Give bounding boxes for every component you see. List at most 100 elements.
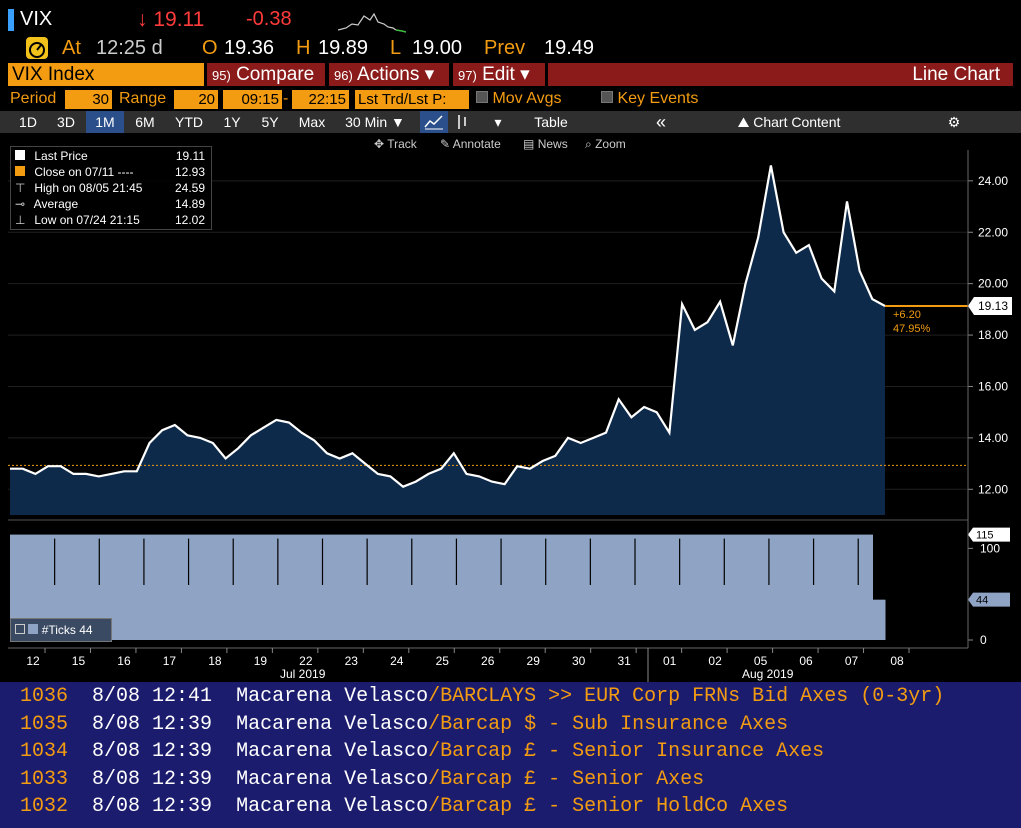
range-input[interactable]: 20 bbox=[174, 90, 218, 109]
open-label: O bbox=[202, 37, 218, 59]
news-headline: $ - Sub Insurance Axes bbox=[512, 712, 789, 736]
price-legend[interactable]: Last Price 19.11 Close on 07/11 ---- 12.… bbox=[10, 146, 212, 230]
x-tick-label: 23 bbox=[345, 654, 359, 668]
volume-bar bbox=[247, 534, 261, 640]
range-ytd-button[interactable]: YTD bbox=[166, 111, 212, 133]
volume-bar bbox=[360, 534, 373, 640]
news-spacer bbox=[212, 685, 236, 708]
news-spacer bbox=[68, 795, 92, 818]
volume-bar bbox=[710, 534, 723, 640]
interval-select[interactable]: 30 Min ▼ bbox=[336, 111, 414, 133]
volume-legend-label: #Ticks 44 bbox=[41, 623, 93, 637]
month-label-jul: Jul 2019 bbox=[280, 667, 326, 681]
volume-legend[interactable]: #Ticks 44 bbox=[10, 618, 112, 642]
settings-gear-icon[interactable]: ⚙ bbox=[940, 111, 968, 133]
volume-bar bbox=[585, 534, 598, 640]
news-row[interactable]: 1034 8/08 12:39 Macarena Velasco/Barcap … bbox=[20, 738, 824, 765]
news-spacer bbox=[68, 740, 92, 763]
security-field[interactable]: VIX Index bbox=[8, 63, 204, 86]
legend-high-label: High on 08/05 21:45 bbox=[34, 181, 143, 195]
bar-chart-icon[interactable] bbox=[450, 111, 474, 133]
range-1y-button[interactable]: 1Y bbox=[214, 111, 250, 133]
table-button[interactable]: Table bbox=[514, 111, 588, 133]
volume-bar bbox=[760, 534, 773, 640]
volume-bar bbox=[647, 534, 661, 640]
y-tick-label: 22.00 bbox=[978, 225, 1008, 239]
mov-avgs-checkbox[interactable] bbox=[476, 91, 488, 103]
range-1m-button[interactable]: 1M bbox=[86, 111, 124, 133]
end-time-input[interactable]: 22:15 bbox=[292, 90, 349, 109]
news-row[interactable]: 1033 8/08 12:39 Macarena Velasco/Barcap … bbox=[20, 766, 704, 793]
x-tick-label: 16 bbox=[117, 654, 131, 668]
gauge-icon bbox=[26, 37, 48, 59]
volume-bar bbox=[372, 534, 386, 640]
x-tick-label: 02 bbox=[708, 654, 722, 668]
volume-bar bbox=[472, 534, 486, 640]
x-tick-label: 07 bbox=[845, 654, 859, 668]
collapse-panel-icon[interactable]: « bbox=[648, 111, 674, 133]
chart-style-dropdown-icon[interactable]: ▾ bbox=[486, 111, 510, 133]
change-percent: 47.95% bbox=[893, 323, 931, 335]
range-max-button[interactable]: Max bbox=[290, 111, 334, 133]
news-spacer bbox=[68, 768, 92, 791]
volume-max-tag-value: 115 bbox=[976, 530, 994, 542]
x-tick-label: 25 bbox=[436, 654, 450, 668]
volume-bar bbox=[697, 534, 711, 640]
volume-bar bbox=[835, 534, 848, 640]
range-label: Range bbox=[119, 90, 167, 107]
prev-label: Prev bbox=[484, 37, 526, 59]
legend-low-label: Low on 07/24 21:15 bbox=[34, 213, 140, 227]
range-3d-button[interactable]: 3D bbox=[48, 111, 84, 133]
range-6m-button[interactable]: 6M bbox=[126, 111, 164, 133]
news-row[interactable]: 1035 8/08 12:39 Macarena Velasco/Barcap … bbox=[20, 711, 788, 738]
legend-average-label: Average bbox=[33, 197, 79, 211]
volume-current-tag-value: 44 bbox=[976, 595, 988, 607]
volume-bar bbox=[335, 534, 348, 640]
news-row[interactable]: 1032 8/08 12:39 Macarena Velasco/Barcap … bbox=[20, 793, 788, 820]
net-change: -0.38 bbox=[246, 8, 292, 30]
edit-button[interactable]: 97) Edit ▾ bbox=[453, 63, 545, 86]
start-time-input[interactable]: 09:15 bbox=[223, 90, 282, 109]
news-time: 8/08 12:39 bbox=[92, 712, 213, 736]
time-dash: - bbox=[283, 90, 289, 107]
price-mode-select[interactable]: Lst Trd/Lst P: bbox=[355, 90, 469, 109]
volume-bar bbox=[735, 534, 748, 640]
time-axis: 12 15 16 17 18 19 22 23 24 25 26 29 30 31 01 02 05 06 07 08 bbox=[26, 648, 910, 668]
compare-button[interactable]: 95) Compare bbox=[207, 63, 325, 86]
mov-avgs-toggle[interactable]: Mov Avgs bbox=[476, 90, 562, 108]
volume-current-tag bbox=[968, 592, 1010, 607]
actions-button[interactable]: 96) Actions ▾ bbox=[329, 63, 449, 86]
price-axis: 12.00 14.00 16.00 18.00 20.00 22.00 24.00 bbox=[968, 174, 1008, 496]
volume-bar bbox=[522, 534, 536, 640]
y-tick-label: 14.00 bbox=[978, 431, 1008, 445]
volume-bar bbox=[747, 534, 761, 640]
chart-content-button[interactable]: ⛰ Chart Content bbox=[726, 111, 852, 133]
range-1d-button[interactable]: 1D bbox=[10, 111, 46, 133]
news-id: 1036 bbox=[20, 685, 69, 708]
volume-bar bbox=[422, 534, 436, 640]
range-5y-button[interactable]: 5Y bbox=[252, 111, 288, 133]
legend-close-value: 12.93 bbox=[174, 165, 205, 179]
volume-bar bbox=[172, 534, 186, 640]
news-time: 8/08 12:39 bbox=[92, 795, 213, 818]
period-input[interactable]: 30 bbox=[65, 90, 112, 109]
news-row[interactable]: 1036 8/08 12:41 Macarena Velasco/BARCLAY… bbox=[20, 683, 944, 710]
y-tick-label: 24.00 bbox=[978, 174, 1008, 188]
legend-last-swatch bbox=[15, 150, 25, 160]
key-events-checkbox[interactable] bbox=[601, 91, 613, 103]
high-label: H bbox=[296, 37, 311, 59]
key-events-toggle[interactable]: Key Events bbox=[601, 90, 698, 108]
ticker: VIX bbox=[20, 8, 53, 30]
legend-average: ⊸ Average 14.89 bbox=[15, 196, 211, 212]
volume-bar bbox=[435, 534, 448, 640]
legend-high-icon: ⊤ bbox=[15, 181, 26, 195]
volume-bar bbox=[560, 534, 573, 640]
key-events-label: Key Events bbox=[617, 90, 699, 107]
chart-toolbar: 1D 3D 1M 6M YTD 1Y 5Y Max 30 Min ▼ ▾ Tab… bbox=[0, 111, 1021, 133]
x-tick-label: 19 bbox=[254, 654, 268, 668]
compare-label: Compare bbox=[236, 64, 315, 85]
month-label-aug: Aug 2019 bbox=[742, 667, 794, 681]
line-chart-icon[interactable] bbox=[420, 111, 448, 133]
news-source: /Barcap bbox=[428, 767, 513, 791]
legend-average-icon: ⊸ bbox=[15, 197, 26, 211]
